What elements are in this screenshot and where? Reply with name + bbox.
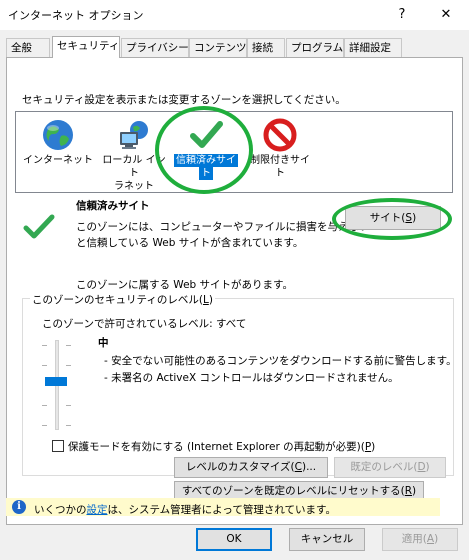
info-icon: i: [12, 500, 26, 514]
slider-tick: [66, 345, 71, 346]
annotation-ellipse-zone: [155, 106, 253, 194]
level-bullet-2: - 未署名の ActiveX コントロールはダウンロードされません。: [104, 372, 399, 384]
security-slider-thumb[interactable]: [45, 377, 67, 386]
slider-tick: [42, 345, 47, 346]
zone-label: インターネット: [23, 155, 93, 166]
restricted-icon: [263, 118, 297, 152]
apply-button[interactable]: 適用(A): [382, 528, 458, 551]
tab-programs[interactable]: プログラム: [286, 38, 344, 57]
level-bullet-1: - 安全でない可能性のあるコンテンツをダウンロードする前に警告します。: [104, 355, 457, 367]
close-button[interactable]: ✕: [432, 4, 460, 26]
tab-content[interactable]: コンテンツ: [189, 38, 247, 57]
zone-label-line2: ラネット: [114, 181, 154, 192]
tab-connections[interactable]: 接続: [247, 38, 285, 57]
slider-tick: [66, 365, 71, 366]
tab-privacy[interactable]: プライバシー: [121, 38, 189, 57]
cancel-button[interactable]: キャンセル: [289, 528, 365, 551]
settings-link[interactable]: 設定: [87, 504, 108, 516]
zone-internet[interactable]: インターネット: [20, 112, 96, 192]
level-name: 中: [98, 337, 109, 349]
zone-label: 制限付きサイ: [250, 155, 310, 166]
zone-has-sites-text: このゾーンに属する Web サイトがあります。: [76, 279, 293, 291]
slider-tick: [42, 405, 47, 406]
slider-tick: [66, 405, 71, 406]
zone-instruction: セキュリティ設定を表示または変更するゾーンを選択してください。: [22, 94, 346, 106]
zone-label-line2: ト: [275, 168, 285, 179]
tab-general[interactable]: 全般: [6, 38, 50, 57]
security-level-group-label: このゾーンのセキュリティのレベル(L): [30, 292, 215, 307]
slider-tick: [42, 365, 47, 366]
zone-restricted-sites[interactable]: 制限付きサイ ト: [242, 112, 318, 192]
local-intranet-icon: [117, 118, 151, 152]
window-title: インターネット オプション: [8, 9, 144, 22]
default-level-button[interactable]: 既定のレベル(D): [334, 457, 446, 478]
slider-tick: [42, 425, 47, 426]
help-button[interactable]: ?: [388, 4, 416, 26]
tab-security[interactable]: セキュリティ: [52, 36, 120, 58]
checkmark-icon: [22, 212, 56, 245]
custom-level-button[interactable]: レベルのカスタマイズ(C)...: [174, 457, 328, 478]
zone-description-line2: と信頼している Web サイトが含まれています。: [76, 237, 304, 249]
info-text: いくつかの設定は、システム管理者によって管理されています。: [34, 504, 336, 516]
zone-description-line1: このゾーンには、コンピューターやファイルに損害を与えない: [76, 221, 370, 233]
annotation-ellipse-sites: [332, 198, 452, 240]
tab-advanced[interactable]: 詳細設定: [344, 38, 402, 57]
protected-mode-label[interactable]: 保護モードを有効にする (Internet Explorer の再起動が必要)(…: [68, 439, 375, 454]
slider-tick: [66, 425, 71, 426]
allowed-level-text: このゾーンで許可されているレベル: すべて: [42, 318, 247, 330]
protected-mode-checkbox[interactable]: [52, 440, 64, 452]
zone-title: 信頼済みサイト: [76, 200, 150, 212]
ok-button[interactable]: OK: [196, 528, 272, 551]
globe-icon: [41, 118, 75, 152]
